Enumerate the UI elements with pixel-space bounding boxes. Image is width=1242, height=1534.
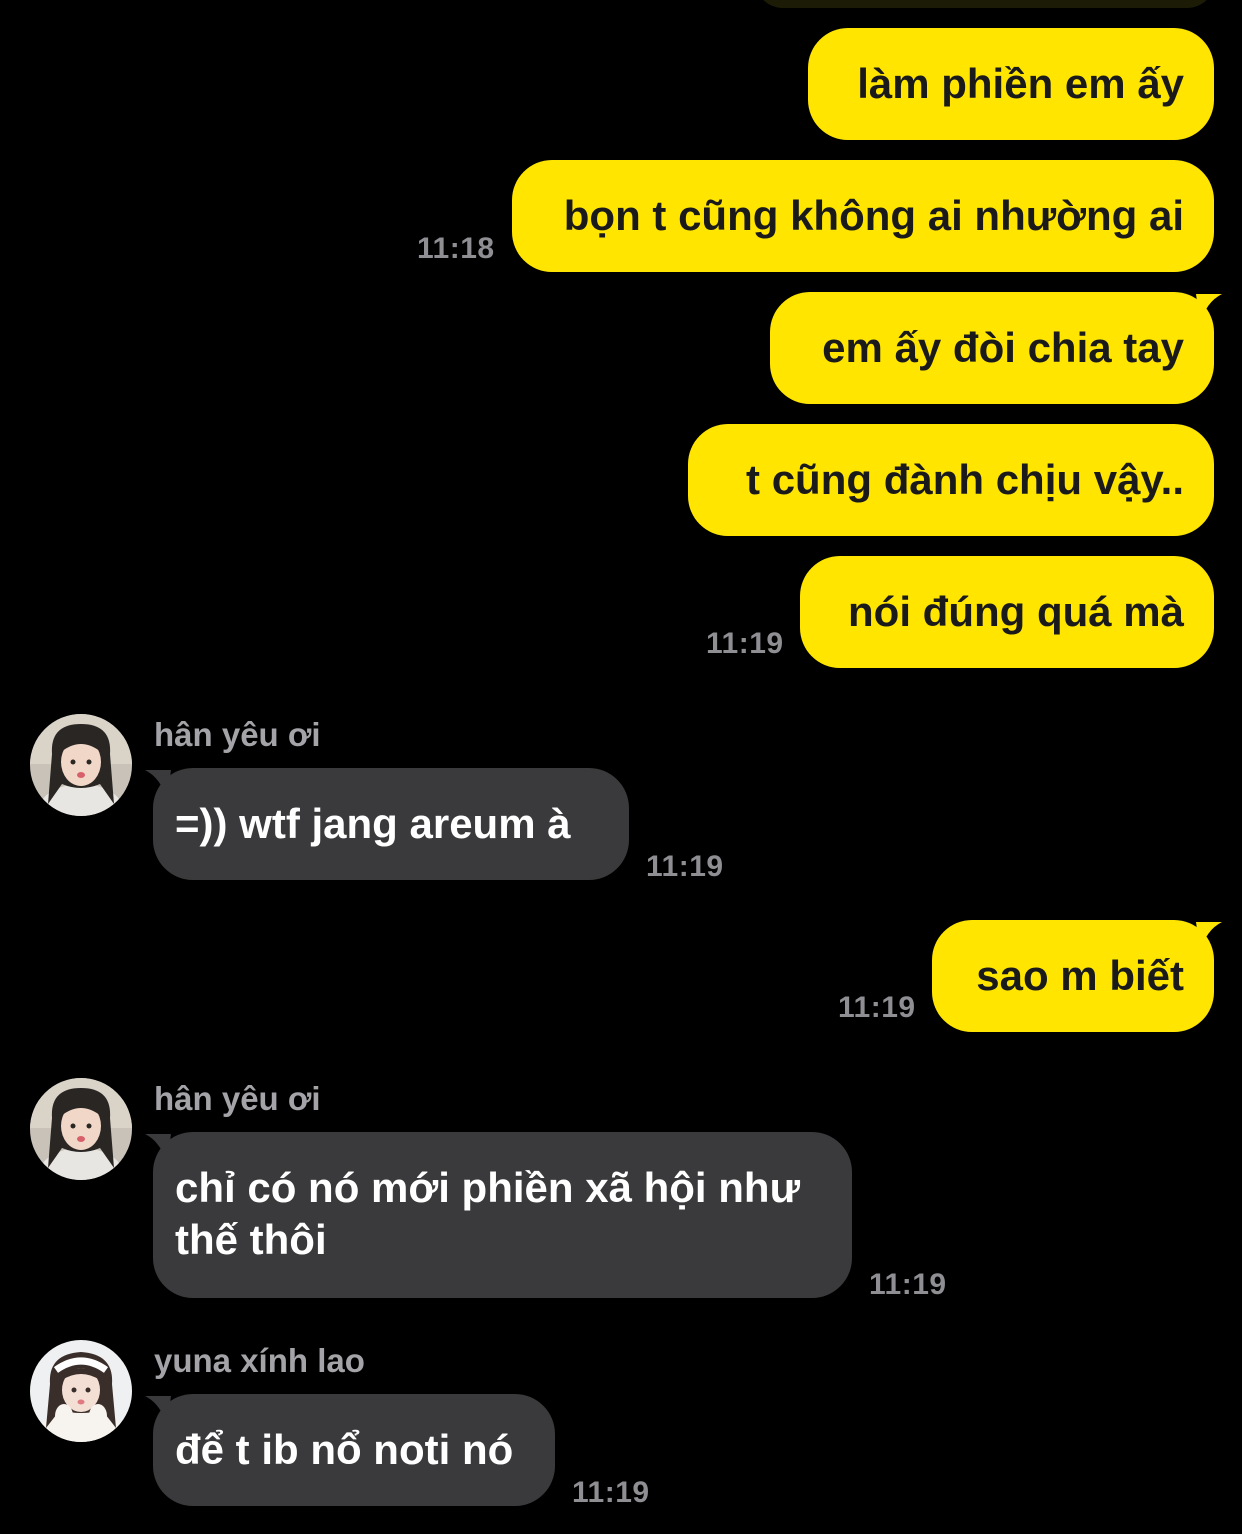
message-timestamp: 11:19: [572, 1476, 650, 1509]
message-text: bọn t cũng không ai nhường ai: [563, 192, 1184, 239]
message-timestamp: 11:18: [417, 232, 495, 265]
outgoing-message-bubble[interactable]: làm phiền em ấy: [808, 28, 1214, 140]
message-text: =)) wtf jang areum à: [175, 800, 571, 847]
message-timestamp: 11:19: [869, 1268, 947, 1301]
message-text: sao m biết: [976, 952, 1184, 999]
avatar-photo-icon: [30, 1078, 132, 1180]
bubble-tail-icon: [1196, 922, 1222, 952]
message-text: t cũng đành chịu vậy..: [746, 456, 1184, 503]
message-text: em ấy đòi chia tay: [822, 324, 1184, 371]
sender-avatar[interactable]: [30, 1340, 132, 1442]
sender-name: hân yêu ơi: [154, 1080, 321, 1117]
message-text: để t ib nổ noti nó: [175, 1426, 514, 1473]
incoming-message-bubble[interactable]: =)) wtf jang areum à: [153, 768, 629, 880]
outgoing-message-bubble[interactable]: bọn t cũng không ai nhường ai: [512, 160, 1214, 272]
avatar-photo-icon: [30, 1340, 132, 1442]
outgoing-message-bubble[interactable]: sao m biết: [932, 920, 1214, 1032]
outgoing-message-bubble[interactable]: em ấy đòi chia tay: [770, 292, 1214, 404]
message-timestamp: 11:19: [706, 627, 784, 660]
message-text: làm phiền em ấy: [857, 60, 1184, 107]
sender-avatar[interactable]: [30, 714, 132, 816]
message-text: nói đúng quá mà: [848, 588, 1184, 635]
outgoing-message-bubble[interactable]: t cũng đành chịu vậy..: [688, 424, 1214, 536]
message-timestamp: 11:19: [838, 991, 916, 1024]
chat-thread[interactable]: làm phiền em ấy 11:18 bọn t cũng không a…: [0, 0, 1242, 1534]
sender-name: yuna xính lao: [154, 1342, 365, 1379]
outgoing-message-bubble[interactable]: nói đúng quá mà: [800, 556, 1214, 668]
previous-message-bubble[interactable]: [755, 0, 1215, 8]
incoming-message-bubble[interactable]: chỉ có nó mới phiền xã hội như thế thôi: [153, 1132, 852, 1298]
sender-name: hân yêu ơi: [154, 716, 321, 753]
sender-avatar[interactable]: [30, 1078, 132, 1180]
message-text: chỉ có nó mới phiền xã hội như thế thôi: [175, 1164, 800, 1263]
incoming-message-bubble[interactable]: để t ib nổ noti nó: [153, 1394, 555, 1506]
bubble-tail-icon: [1196, 294, 1222, 324]
message-timestamp: 11:19: [646, 850, 724, 883]
avatar-photo-icon: [30, 714, 132, 816]
